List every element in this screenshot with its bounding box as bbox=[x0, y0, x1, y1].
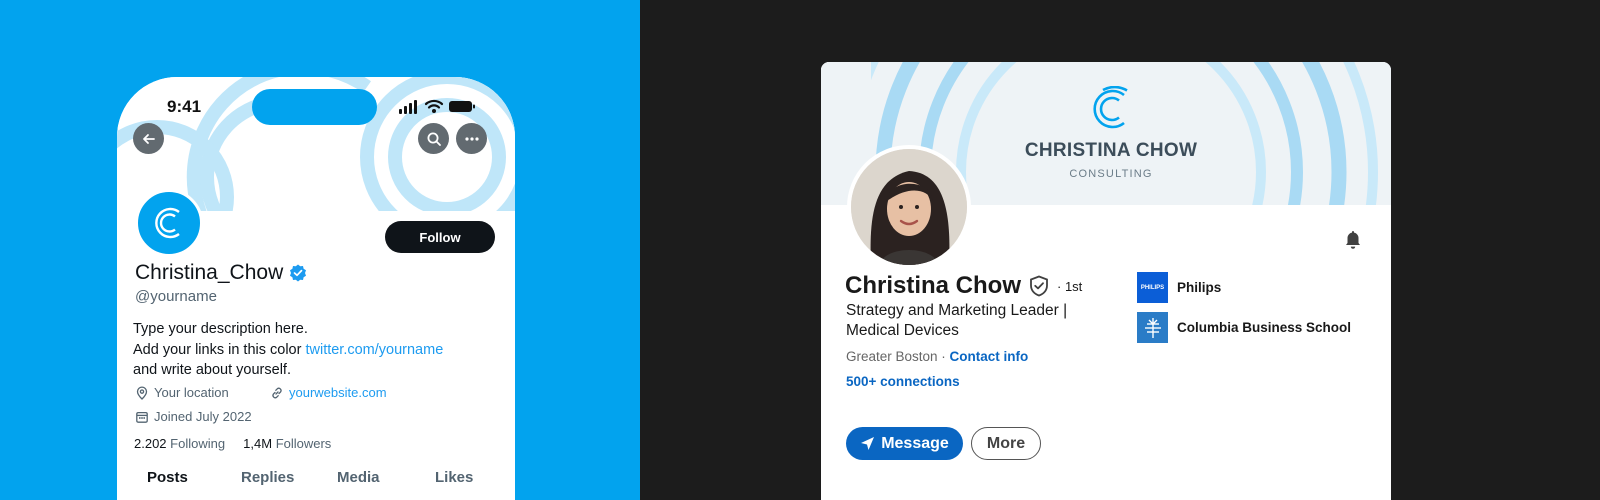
notification-bell-icon[interactable] bbox=[1341, 228, 1365, 252]
following-count: 2.202 bbox=[134, 436, 167, 451]
org-philips[interactable]: PHILIPS Philips bbox=[1137, 272, 1221, 303]
following-link[interactable]: 2.202 Following bbox=[134, 436, 225, 451]
message-label: Message bbox=[881, 434, 949, 452]
person-photo-icon bbox=[851, 149, 967, 265]
profile-photo[interactable] bbox=[847, 145, 971, 269]
followers-label: Followers bbox=[275, 436, 332, 451]
phone-mockup: 9:41 Follow Christina_Chow @yourname Typ… bbox=[117, 77, 515, 500]
message-button[interactable]: Message bbox=[846, 427, 963, 460]
brand-name: CHRISTINA CHOW bbox=[1024, 140, 1198, 161]
joined-date: Joined July 2022 bbox=[135, 409, 252, 424]
location-text: Greater Boston · bbox=[846, 349, 950, 364]
followers-link[interactable]: 1,4M Followers bbox=[243, 436, 331, 451]
brand-subtitle: CONSULTING bbox=[1069, 168, 1153, 180]
philips-logo: PHILIPS bbox=[1137, 272, 1168, 303]
location: Greater Boston · Contact info bbox=[846, 349, 1028, 364]
bio-line: and write about yourself. bbox=[133, 362, 291, 378]
name-text: Christina Chow bbox=[845, 272, 1022, 299]
location: Your location bbox=[135, 385, 229, 400]
columbia-crown-icon bbox=[1144, 317, 1161, 338]
tab-replies[interactable]: Replies bbox=[241, 469, 294, 486]
followers-count: 1,4M bbox=[243, 436, 273, 451]
website: yourwebsite.com bbox=[270, 385, 387, 400]
website-link[interactable]: yourwebsite.com bbox=[289, 385, 387, 400]
linkedin-panel: CHRISTINA CHOW CONSULTING Christina Chow bbox=[640, 0, 1600, 500]
c-logo-icon bbox=[155, 207, 180, 239]
back-button[interactable] bbox=[133, 123, 164, 154]
tab-likes[interactable]: Likes bbox=[435, 469, 473, 486]
send-icon bbox=[861, 437, 875, 450]
display-name: Christina_Chow bbox=[135, 261, 284, 284]
connection-degree: · 1st bbox=[1057, 278, 1083, 294]
dynamic-island bbox=[252, 89, 377, 125]
status-icons bbox=[399, 99, 475, 114]
follow-stats: 2.202 Following 1,4M Followers bbox=[134, 436, 331, 451]
joined-text: Joined July 2022 bbox=[154, 409, 252, 424]
org-name: Philips bbox=[1177, 280, 1222, 295]
calendar-icon bbox=[136, 411, 148, 423]
search-icon bbox=[427, 132, 441, 146]
profile-name: Christina_Chow bbox=[135, 261, 307, 285]
following-label: Following bbox=[170, 436, 226, 451]
link-icon bbox=[272, 387, 282, 398]
org-columbia[interactable]: Columbia Business School bbox=[1137, 312, 1351, 343]
brand-c-logo-icon bbox=[1093, 86, 1128, 129]
more-button[interactable]: More bbox=[971, 427, 1041, 460]
linkedin-profile-card: CHRISTINA CHOW CONSULTING Christina Chow bbox=[821, 62, 1391, 500]
status-time: 9:41 bbox=[167, 97, 202, 116]
ellipsis-icon bbox=[464, 136, 479, 141]
location-text: Your location bbox=[154, 385, 229, 400]
connections-link[interactable]: 500+ connections bbox=[846, 374, 960, 389]
bio-link[interactable]: twitter.com/yourname bbox=[305, 342, 443, 358]
bio-text: Add your links in this color bbox=[133, 341, 306, 358]
more-options-button[interactable] bbox=[456, 123, 487, 154]
verified-shield-icon bbox=[1030, 275, 1048, 297]
philips-logo-text: PHILIPS bbox=[1140, 284, 1165, 291]
profile-tabs: Posts Replies Media Likes bbox=[117, 467, 515, 500]
contact-info-link[interactable]: Contact info bbox=[950, 349, 1029, 364]
twitter-panel: 9:41 Follow Christina_Chow @yourname Typ… bbox=[0, 0, 640, 500]
org-name: Columbia Business School bbox=[1177, 320, 1352, 335]
bio: Type your description here. Add your lin… bbox=[133, 319, 443, 381]
arrow-left-icon bbox=[142, 133, 155, 144]
bio-line: Add your links in this color twitter.com… bbox=[133, 340, 443, 361]
search-button[interactable] bbox=[418, 123, 449, 154]
columbia-logo bbox=[1137, 312, 1168, 343]
follow-button[interactable]: Follow bbox=[385, 221, 495, 253]
bio-line: Type your description here. bbox=[133, 321, 308, 337]
headline: Strategy and Marketing Leader | Medical … bbox=[846, 302, 1068, 339]
profile-name: Christina Chow · 1st bbox=[845, 272, 1082, 300]
tab-media[interactable]: Media bbox=[337, 469, 380, 486]
tab-posts[interactable]: Posts bbox=[147, 469, 188, 486]
avatar[interactable] bbox=[135, 189, 203, 257]
verified-badge-icon bbox=[290, 264, 307, 282]
handle: @yourname bbox=[135, 288, 217, 305]
location-pin-icon bbox=[136, 385, 148, 400]
